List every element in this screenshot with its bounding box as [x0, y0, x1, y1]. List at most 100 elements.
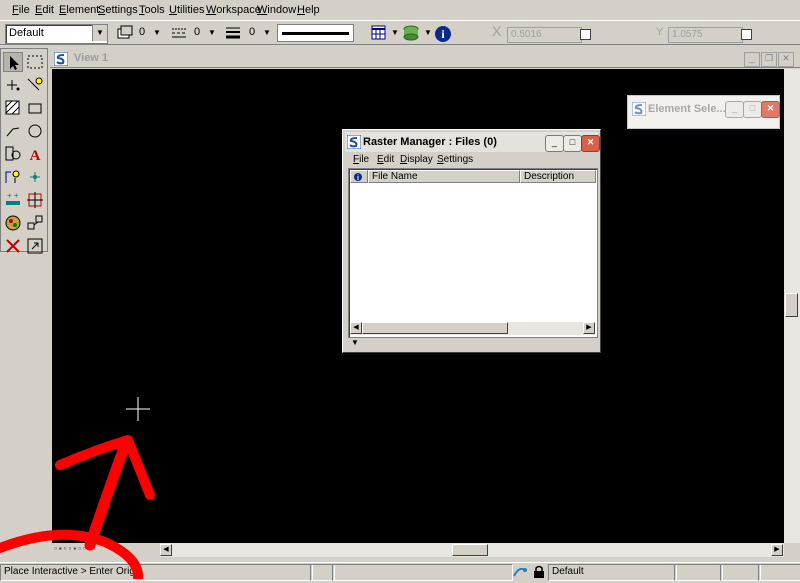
minimize-icon[interactable]: _ — [545, 135, 564, 152]
element-selection-tool[interactable] — [3, 52, 23, 72]
x-coordinate-field[interactable]: 0.5016 — [507, 27, 582, 43]
raster-file-list[interactable]: i File Name Description ◀ ▶ — [348, 168, 598, 338]
lock-icon[interactable] — [533, 565, 545, 582]
hatch-tool[interactable] — [3, 98, 23, 118]
menu-file[interactable]: File — [12, 4, 30, 16]
file-name-column-header[interactable]: File Name — [368, 170, 520, 183]
element-selection-title: Element Sele... — [648, 103, 726, 115]
view-title-bar[interactable]: View 1 _ ❐ ✕ — [50, 50, 800, 68]
menu-window[interactable]: Window — [257, 4, 296, 16]
raster-menu-display[interactable]: Display — [400, 154, 433, 165]
scroll-right-icon[interactable]: ▶ — [771, 544, 783, 556]
raster-manager-title-bar[interactable]: Raster Manager : Files (0) _ □ ✕ — [345, 132, 600, 152]
svg-text:i: i — [357, 175, 359, 182]
chevron-down-icon[interactable]: ▼ — [92, 25, 107, 41]
rectangle-tool[interactable] — [25, 98, 45, 118]
raster-scroll-thumb[interactable] — [362, 322, 508, 334]
raster-menu-settings[interactable]: Settings — [437, 154, 473, 165]
place-point-tool[interactable] — [3, 75, 23, 95]
x-label: X — [492, 23, 502, 39]
group-tool[interactable] — [25, 213, 45, 233]
line-weight-icon[interactable] — [224, 25, 242, 41]
maximize-icon[interactable]: □ — [743, 101, 762, 118]
status-cell-blank — [720, 564, 761, 581]
y-coordinate-field[interactable]: 1.0575 — [668, 27, 743, 43]
minimize-icon[interactable]: _ — [744, 52, 760, 67]
raster-manager-dialog: Raster Manager : Files (0) _ □ ✕ File Ed… — [342, 129, 601, 353]
view-controls-icon[interactable]: ▫▪▫▫▪▫▫◦◦ — [54, 544, 98, 553]
scroll-right-icon[interactable]: ▶ — [583, 322, 595, 334]
minimize-icon[interactable]: _ — [725, 101, 744, 118]
raster-horizontal-scrollbar[interactable]: ◀ ▶ — [350, 322, 595, 335]
scroll-left-icon[interactable]: ◀ — [160, 544, 172, 556]
copy-element-tool[interactable]: + + — [3, 190, 23, 210]
menu-utilities[interactable]: Utilities — [169, 4, 204, 16]
x-lock-checkbox[interactable] — [580, 29, 591, 40]
chevron-down-icon[interactable]: ▼ — [153, 28, 161, 37]
maximize-icon[interactable]: □ — [563, 135, 582, 152]
raster-menu-edit[interactable]: Edit — [377, 154, 394, 165]
view-tool[interactable] — [25, 236, 45, 256]
status-bar: Place Interactive > Enter Origin Default — [0, 562, 800, 582]
line-tool[interactable] — [3, 121, 23, 141]
svg-text:+ +: + + — [7, 191, 19, 200]
expand-down-icon[interactable]: ▼ — [351, 338, 359, 347]
circle-tool[interactable] — [25, 121, 45, 141]
menu-workspace[interactable]: Workspace — [206, 4, 261, 16]
y-lock-checkbox[interactable] — [741, 29, 752, 40]
modify-element-tool[interactable] — [3, 213, 23, 233]
vertical-scroll-thumb[interactable] — [785, 293, 798, 317]
status-cell-blank — [758, 564, 800, 581]
chevron-down-icon[interactable]: ▼ — [263, 28, 271, 37]
line-style-icon[interactable] — [170, 25, 188, 41]
horizontal-scroll-thumb[interactable] — [452, 544, 488, 556]
element-selection-dialog[interactable]: Element Sele... _ □ ✕ — [627, 95, 780, 129]
close-icon[interactable]: ✕ — [581, 135, 600, 152]
crosshair-cursor — [126, 397, 150, 421]
chevron-down-icon[interactable]: ▼ — [391, 28, 399, 37]
raster-manager-title: Raster Manager : Files (0) — [363, 136, 497, 148]
level-value: Default — [9, 27, 44, 39]
scale-tool[interactable] — [25, 190, 45, 210]
microstation-icon — [631, 101, 647, 119]
color-icon[interactable] — [116, 25, 134, 41]
restore-icon[interactable]: ❐ — [761, 52, 777, 67]
attributes-toolbar: Default ▼ 0 ▼ 0 ▼ 0 ▼ ▼ ▼ i X 0.5016 Y 1… — [0, 20, 800, 45]
dimension-tool[interactable] — [3, 167, 23, 187]
menu-edit[interactable]: Edit — [35, 4, 54, 16]
menu-settings[interactable]: Settings — [98, 4, 138, 16]
microstation-icon — [53, 51, 69, 69]
grid-calendar-icon[interactable] — [370, 25, 388, 41]
view-control-bar[interactable]: ▫▪▫▫▪▫▫◦◦ — [52, 543, 160, 557]
vertical-scrollbar[interactable] — [784, 69, 800, 543]
close-icon[interactable]: ✕ — [761, 101, 780, 118]
snap-tool[interactable] — [25, 167, 45, 187]
close-icon[interactable]: ✕ — [778, 52, 794, 67]
microstation-icon — [346, 134, 362, 152]
raster-menu-file[interactable]: File — [353, 154, 369, 165]
status-info — [332, 564, 513, 581]
chevron-down-icon[interactable]: ▼ — [424, 28, 432, 37]
snap-mode-icon[interactable] — [511, 564, 529, 583]
info-column-header[interactable]: i — [350, 170, 368, 183]
level-combo[interactable]: Default ▼ — [5, 24, 108, 44]
active-level[interactable]: Default — [548, 564, 677, 581]
menu-help[interactable]: Help — [297, 4, 320, 16]
fence-tool[interactable] — [25, 52, 45, 72]
style-value: 0 — [194, 26, 201, 38]
measure-tool[interactable] — [25, 75, 45, 95]
menu-bar: File Edit Element Settings Tools Utiliti… — [0, 0, 800, 20]
menu-element[interactable]: Element — [59, 4, 99, 16]
chevron-down-icon[interactable]: ▼ — [208, 28, 216, 37]
delete-element-icon[interactable] — [3, 236, 23, 256]
database-icon[interactable] — [402, 25, 420, 41]
cell-library-tool[interactable] — [3, 144, 23, 164]
info-icon[interactable]: i — [434, 25, 452, 42]
description-column-header[interactable]: Description — [520, 170, 596, 183]
main-tool-palette: A + + — [0, 48, 48, 254]
scroll-left-icon[interactable]: ◀ — [350, 322, 362, 334]
menu-tools[interactable]: Tools — [139, 4, 165, 16]
text-tool[interactable]: A — [25, 144, 45, 164]
line-weight-preview[interactable] — [277, 24, 354, 42]
horizontal-scrollbar[interactable]: ◀ ▶ — [160, 543, 784, 557]
